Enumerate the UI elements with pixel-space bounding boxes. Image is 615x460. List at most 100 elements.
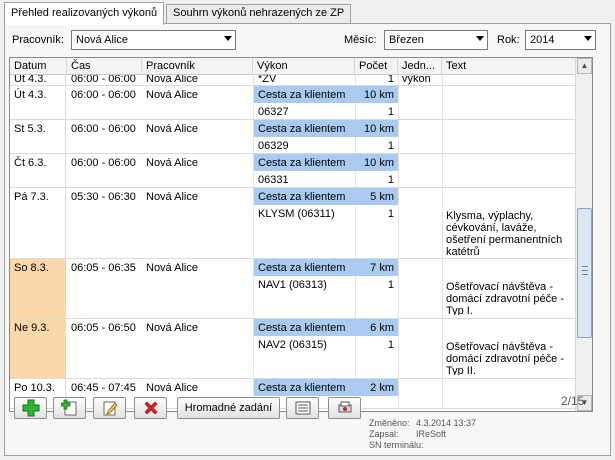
col-text[interactable]: Text (442, 58, 576, 75)
row-service: 06327 (258, 106, 289, 118)
scroll-thumb[interactable] (577, 208, 592, 338)
row-worker: Nová Alice (146, 89, 198, 101)
col-time[interactable]: Čas (67, 58, 142, 75)
table-row[interactable]: Ne 9.3. 06:05 - 06:50 Nová Alice Cesta za k… (10, 319, 576, 379)
col-service[interactable]: Výkon (253, 58, 355, 75)
col-count[interactable]: Počet (355, 58, 398, 75)
row-service: Cesta za klientem (254, 154, 355, 171)
row-count: 5 km (355, 188, 398, 205)
month-select-value: Březen (389, 34, 424, 46)
row-worker: Nová Alice (146, 123, 198, 135)
row-worker: Nová Alice (146, 322, 198, 334)
delete-button[interactable] (134, 397, 167, 419)
row-time: 06:45 - 07:45 (71, 382, 136, 394)
add-button[interactable] (14, 397, 47, 419)
table-row[interactable]: Út 4.3. 06:00 - 06:00 Nová Alice *ZV 1 výkon (10, 75, 576, 86)
plus-icon (22, 399, 39, 417)
row-time: 06:05 - 06:50 (71, 322, 136, 334)
edit-button[interactable] (93, 397, 126, 419)
row-worker: Nová Alice (146, 382, 198, 394)
tab-summary[interactable]: Souhrn výkonů nehrazených ze ZP (166, 4, 352, 24)
column-divider (442, 379, 443, 408)
column-divider (398, 154, 399, 187)
row-text: Ošetřovací návštěva - domácí zdravotní p… (446, 341, 565, 375)
year-label: Rok: (497, 34, 520, 46)
worker-select[interactable]: Nová Alice (71, 30, 236, 50)
row-time: 05:30 - 06:30 (71, 191, 136, 203)
row-count: 10 km (355, 154, 398, 171)
performance-grid: Datum Čas Pracovník Výkon Počet Jedn... … (9, 57, 593, 412)
add-copy-button[interactable] (53, 397, 86, 419)
row-time: 06:00 - 06:00 (71, 89, 136, 101)
row-count: 1 (387, 174, 394, 186)
row-service: 06329 (258, 140, 289, 152)
print-icon (338, 401, 351, 413)
row-worker: Nová Alice (146, 262, 198, 274)
row-count: 1 (387, 208, 394, 220)
table-row[interactable]: So 8.3. 06:05 - 06:35 Nová Alice Cesta za k… (10, 259, 576, 319)
row-date: Út 4.3. (10, 86, 66, 119)
row-service: NAV2 (06315) (258, 339, 327, 351)
row-count: 1 (387, 279, 394, 291)
row-service: 06331 (258, 174, 289, 186)
row-date: Pá 7.3. (10, 188, 66, 258)
column-divider (398, 379, 399, 408)
table-row[interactable]: Pá 7.3. 05:30 - 06:30 Nová Alice Cesta za k… (10, 188, 576, 259)
table-row[interactable]: Čt 6.3. 06:00 - 06:00 Nová Alice Cesta za k… (10, 154, 576, 188)
col-date[interactable]: Datum (10, 58, 67, 75)
row-service: Cesta za klientem (254, 379, 355, 396)
row-date: St 5.3. (10, 120, 66, 153)
row-count: 1 (387, 106, 394, 118)
table-row[interactable]: St 5.3. 06:00 - 06:00 Nová Alice Cesta za k… (10, 120, 576, 154)
table-row[interactable]: Út 4.3. 06:00 - 06:00 Nová Alice Cesta za k… (10, 86, 576, 120)
chevron-down-icon (584, 36, 592, 41)
row-service: Cesta za klientem (254, 86, 355, 103)
month-select[interactable]: Březen (384, 30, 488, 50)
edit-icon (103, 401, 118, 416)
row-date: Ne 9.3. (10, 319, 66, 378)
column-divider (442, 75, 443, 85)
row-text: Ošetřovací návštěva - domácí zdravotní p… (446, 281, 565, 315)
grid-header: Datum Čas Pracovník Výkon Počet Jedn... … (10, 58, 576, 75)
row-date: Út 4.3. (10, 75, 66, 85)
chevron-down-icon (224, 36, 232, 41)
page-indicator: 2/15 (561, 394, 585, 408)
sn-label: SN terminálu: (369, 440, 424, 450)
row-text: Klysma, výplachy, cévkování, laváže, oše… (446, 210, 563, 256)
row-count: 6 km (355, 319, 398, 336)
year-select-value: 2014 (530, 34, 555, 46)
row-worker: Nová Alice (146, 191, 198, 203)
column-divider (442, 120, 443, 153)
month-label: Měsíc: (344, 34, 377, 46)
scroll-up-icon[interactable]: ▲ (577, 58, 592, 74)
column-divider (398, 188, 399, 258)
row-time: 06:00 - 06:00 (71, 123, 136, 135)
row-time: 06:00 - 06:00 (71, 157, 136, 169)
row-service: Cesta za klientem (254, 259, 355, 276)
row-date: Čt 6.3. (10, 154, 66, 187)
print-button[interactable] (328, 397, 361, 419)
column-divider (442, 154, 443, 187)
grid-body: Út 4.3. 06:00 - 06:00 Nová Alice *ZV 1 výkon Ú… (10, 75, 576, 411)
written-label: Zapsal: (369, 429, 399, 439)
row-count: 2 km (355, 379, 398, 396)
row-time: 06:05 - 06:35 (71, 262, 136, 274)
worker-label: Pracovník: (12, 34, 64, 46)
col-unit[interactable]: Jedn... (398, 58, 442, 75)
row-count: 1 (387, 140, 394, 152)
row-count: 10 km (355, 86, 398, 103)
bulk-assign-button[interactable]: Hromadné zadání (177, 397, 280, 419)
column-divider (398, 120, 399, 153)
chevron-down-icon (476, 36, 484, 41)
row-count: 7 km (355, 259, 398, 276)
row-service: KLYSM (06311) (258, 208, 335, 220)
col-worker[interactable]: Pracovník (142, 58, 253, 75)
column-divider (398, 319, 399, 378)
list-button[interactable] (286, 397, 319, 419)
row-worker: Nová Alice (146, 157, 198, 169)
worker-select-value: Nová Alice (76, 34, 128, 46)
year-select[interactable]: 2014 (525, 30, 596, 50)
vertical-scrollbar[interactable]: ▲ ▼ (575, 58, 592, 411)
tab-overview[interactable]: Přehled realizovaných výkonů (4, 2, 165, 25)
row-service: Cesta za klientem (254, 188, 355, 205)
